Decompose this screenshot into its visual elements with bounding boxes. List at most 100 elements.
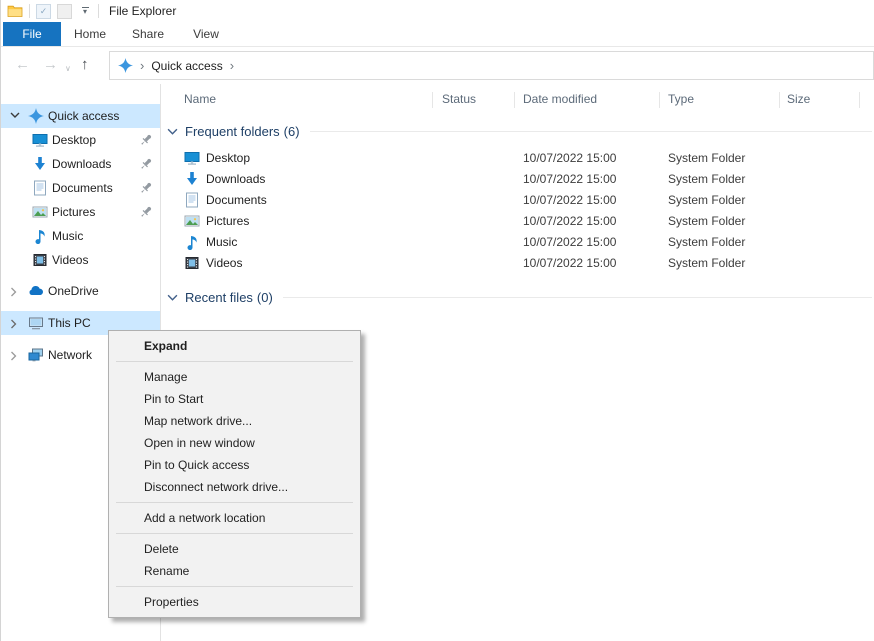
column-header-status[interactable]: Status — [442, 92, 476, 106]
column-separator[interactable] — [514, 92, 515, 108]
file-row-documents[interactable]: Documents 10/07/2022 15:00 System Folder — [162, 190, 874, 211]
column-separator[interactable] — [659, 92, 660, 108]
menu-item-add-a-network-location[interactable]: Add a network location — [109, 507, 360, 529]
column-header-name[interactable]: Name — [184, 92, 216, 106]
file-type: System Folder — [668, 232, 745, 253]
file-name: Music — [206, 232, 237, 253]
pin-icon — [138, 204, 154, 220]
downloads-icon — [184, 171, 200, 187]
file-row-desktop[interactable]: Desktop 10/07/2022 15:00 System Folder — [162, 148, 874, 169]
menu-item-pin-to-quick-access[interactable]: Pin to Quick access — [109, 454, 360, 476]
pin-icon — [138, 156, 154, 172]
group-count: (0) — [257, 290, 273, 305]
file-row-pictures[interactable]: Pictures 10/07/2022 15:00 System Folder — [162, 211, 874, 232]
file-name: Pictures — [206, 211, 249, 232]
column-separator[interactable] — [432, 92, 433, 108]
quick-access-star-icon — [118, 58, 133, 73]
address-bar[interactable]: › Quick access › — [109, 51, 874, 80]
sidebar-item-documents[interactable]: Documents — [1, 176, 160, 200]
qat-properties-button[interactable]: ✓ — [36, 4, 51, 19]
qat-customize-dropdown[interactable]: ▾ — [78, 7, 92, 15]
sidebar-item-videos[interactable]: Videos — [1, 248, 160, 272]
this-pc-context-menu: Expand Manage Pin to Start Map network d… — [108, 330, 361, 618]
file-date-modified: 10/07/2022 15:00 — [523, 232, 616, 253]
menu-item-properties[interactable]: Properties — [109, 591, 360, 613]
recent-locations-dropdown[interactable]: ∨ — [65, 59, 71, 79]
menu-item-map-network-drive[interactable]: Map network drive... — [109, 410, 360, 432]
group-rule — [310, 131, 872, 132]
frequent-folders-list: Desktop 10/07/2022 15:00 System Folder D… — [162, 148, 874, 274]
quick-access-star-icon — [28, 108, 44, 124]
file-type: System Folder — [668, 211, 745, 232]
sidebar-item-label: Downloads — [52, 152, 111, 176]
file-type: System Folder — [668, 253, 745, 274]
menu-item-manage[interactable]: Manage — [109, 366, 360, 388]
file-name: Downloads — [206, 169, 265, 190]
sidebar-item-onedrive[interactable]: OneDrive — [1, 279, 160, 303]
onedrive-cloud-icon — [28, 283, 44, 299]
menu-item-pin-to-start[interactable]: Pin to Start — [109, 388, 360, 410]
file-row-downloads[interactable]: Downloads 10/07/2022 15:00 System Folder — [162, 169, 874, 190]
file-name: Documents — [206, 190, 267, 211]
menu-item-disconnect-network-drive[interactable]: Disconnect network drive... — [109, 476, 360, 498]
file-date-modified: 10/07/2022 15:00 — [523, 148, 616, 169]
menu-item-delete[interactable]: Delete — [109, 538, 360, 560]
sidebar-item-label: Documents — [52, 176, 113, 200]
file-row-music[interactable]: Music 10/07/2022 15:00 System Folder — [162, 232, 874, 253]
sidebar-item-desktop[interactable]: Desktop — [1, 128, 160, 152]
this-pc-icon — [28, 315, 44, 331]
qat-new-folder-button[interactable] — [57, 4, 72, 19]
sidebar-item-downloads[interactable]: Downloads — [1, 152, 160, 176]
sidebar-item-label: Music — [52, 224, 83, 248]
menu-item-expand[interactable]: Expand — [109, 335, 360, 357]
chevron-down-icon[interactable] — [167, 128, 178, 135]
sidebar-item-quick-access[interactable]: Quick access — [1, 104, 160, 128]
group-header-recent-files[interactable]: Recent files (0) — [162, 286, 874, 308]
pin-icon — [138, 132, 154, 148]
file-date-modified: 10/07/2022 15:00 — [523, 190, 616, 211]
chevron-right-icon[interactable] — [10, 319, 17, 329]
column-header-size[interactable]: Size — [787, 92, 810, 106]
tab-file[interactable]: File — [3, 22, 61, 46]
column-header-date-modified[interactable]: Date modified — [523, 92, 597, 106]
sidebar-item-pictures[interactable]: Pictures — [1, 200, 160, 224]
back-button[interactable]: ← — [15, 55, 30, 75]
file-type: System Folder — [668, 148, 745, 169]
documents-icon — [32, 180, 48, 196]
breadcrumb-location[interactable]: Quick access — [151, 59, 222, 73]
ribbon-tab-bar: File Home Share View — [1, 22, 874, 47]
sidebar-item-music[interactable]: Music — [1, 224, 160, 248]
downloads-icon — [32, 156, 48, 172]
menu-separator — [116, 586, 353, 587]
titlebar-separator — [98, 4, 99, 18]
sidebar-item-label: Quick access — [48, 104, 119, 128]
file-explorer-logo-icon — [7, 3, 23, 19]
breadcrumb-chevron-icon[interactable]: › — [140, 58, 144, 73]
tab-view[interactable]: View — [177, 22, 235, 46]
file-type: System Folder — [668, 169, 745, 190]
chevron-down-icon[interactable] — [167, 294, 178, 301]
tab-home[interactable]: Home — [61, 22, 119, 46]
up-button[interactable]: ↑ — [81, 55, 89, 75]
forward-button[interactable]: → — [43, 55, 58, 75]
chevron-down-icon[interactable] — [10, 112, 20, 119]
chevron-right-icon[interactable] — [10, 287, 17, 297]
videos-icon — [32, 252, 48, 268]
tab-share[interactable]: Share — [119, 22, 177, 46]
music-icon — [32, 228, 48, 244]
column-header-type[interactable]: Type — [668, 92, 694, 106]
menu-item-open-in-new-window[interactable]: Open in new window — [109, 432, 360, 454]
column-separator[interactable] — [859, 92, 860, 108]
file-name: Videos — [206, 253, 242, 274]
sidebar-item-label: Desktop — [52, 128, 96, 152]
column-separator[interactable] — [779, 92, 780, 108]
group-header-frequent-folders[interactable]: Frequent folders (6) — [162, 120, 874, 142]
file-row-videos[interactable]: Videos 10/07/2022 15:00 System Folder — [162, 253, 874, 274]
sidebar-item-label: This PC — [48, 311, 91, 335]
menu-item-rename[interactable]: Rename — [109, 560, 360, 582]
music-icon — [184, 234, 200, 250]
breadcrumb-chevron-icon[interactable]: › — [230, 58, 234, 73]
file-name: Desktop — [206, 148, 250, 169]
network-icon — [28, 347, 44, 363]
chevron-right-icon[interactable] — [10, 351, 17, 361]
